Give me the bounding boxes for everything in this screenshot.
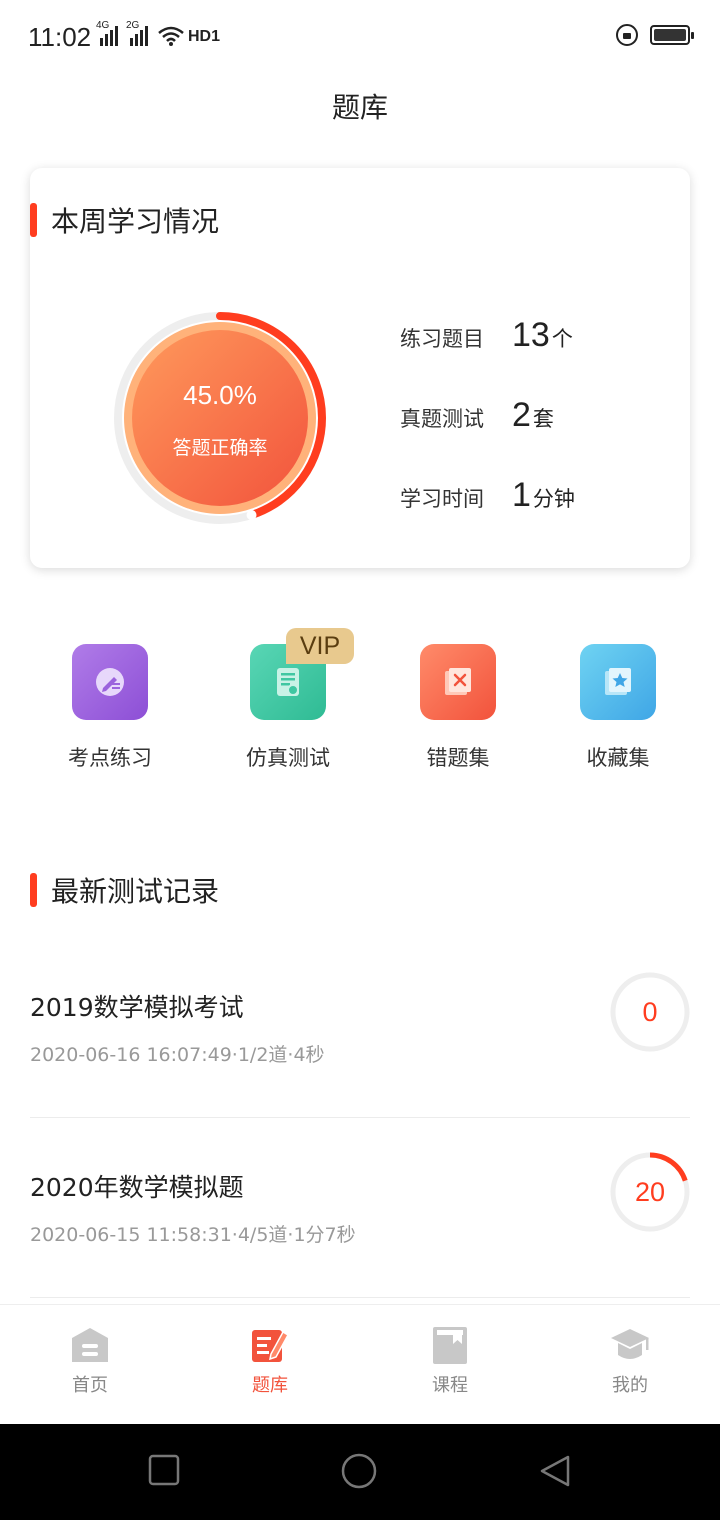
course-book-icon	[428, 1323, 472, 1367]
wrong-mark-icon	[420, 644, 496, 720]
records-section-title: 最新测试记录	[51, 875, 220, 908]
star-bookmark-icon	[580, 644, 656, 720]
accuracy-label: 答题正确率	[172, 437, 268, 459]
hd-indicator: HD1	[188, 28, 221, 45]
page-title: 题库	[331, 91, 388, 124]
accuracy-value: 45.0%	[183, 380, 257, 410]
system-nav-bar	[0, 1424, 720, 1520]
test-record-item[interactable]: 2019数学模拟考试 2020-06-16 16:07:49·1/2道·4秒 0	[30, 972, 690, 1168]
record-score: 20	[634, 1176, 666, 1207]
record-divider	[30, 1117, 690, 1118]
stat-real-tests: 真题测试 2 套	[400, 396, 554, 434]
section-accent-bar	[30, 873, 37, 907]
record-score-ring: 0	[610, 972, 690, 1052]
section-accent-bar	[30, 203, 37, 237]
pencil-icon	[72, 644, 148, 720]
weekly-section-title: 本周学习情况	[51, 205, 220, 238]
record-meta: 2020-06-15 11:58:31·4/5道·1分7秒	[30, 1224, 356, 1246]
back-triangle-icon[interactable]	[538, 1454, 572, 1488]
record-divider	[30, 1297, 690, 1298]
graduation-cap-icon	[608, 1323, 652, 1367]
action-point-practice[interactable]: 考点练习	[30, 644, 190, 772]
weekly-section-header: 本周学习情况	[30, 200, 219, 240]
record-score-ring: 20	[610, 1152, 690, 1232]
tab-mine[interactable]: 我的	[540, 1323, 720, 1397]
signal-4g-icon: 4G	[96, 20, 118, 46]
action-wrong-questions[interactable]: 错题集	[378, 644, 538, 772]
status-bar: 11:02 4G 2G HD1	[0, 0, 720, 72]
tab-courses[interactable]: 课程	[360, 1323, 540, 1397]
weekly-study-card: 本周学习情况 45.0% 答题正确率 练习题目 13 个 真题测试 2 套 学习…	[30, 168, 690, 568]
accuracy-ring: 45.0% 答题正确率	[112, 310, 328, 526]
record-score: 0	[642, 996, 658, 1027]
vip-badge: VIP	[286, 628, 354, 664]
action-favorites[interactable]: 收藏集	[538, 644, 698, 772]
record-title: 2019数学模拟考试	[30, 993, 244, 1022]
bottom-tab-bar: 首页 题库 课程 我的	[0, 1304, 720, 1424]
stat-practice-questions: 练习题目 13 个	[400, 316, 573, 354]
tab-question-bank[interactable]: 题库	[180, 1323, 360, 1397]
recents-square-icon[interactable]	[148, 1454, 180, 1486]
home-icon	[68, 1323, 112, 1367]
record-meta: 2020-06-16 16:07:49·1/2道·4秒	[30, 1044, 325, 1066]
record-title: 2020年数学模拟题	[30, 1173, 244, 1202]
wifi-icon	[158, 26, 184, 46]
question-bank-icon	[248, 1323, 292, 1367]
weekly-stats: 练习题目 13 个 真题测试 2 套 学习时间 1 分钟	[400, 316, 575, 556]
rotation-lock-icon	[616, 24, 638, 46]
status-time: 11:02	[28, 22, 92, 52]
signal-2g-icon: 2G	[126, 20, 148, 46]
stat-study-time: 学习时间 1 分钟	[400, 476, 575, 514]
home-circle-icon[interactable]	[340, 1452, 378, 1490]
tab-home[interactable]: 首页	[0, 1323, 180, 1397]
quick-actions: 考点练习 仿真测试 错题集 收藏集	[0, 644, 720, 784]
battery-icon	[650, 25, 694, 45]
records-section-header: 最新测试记录	[30, 870, 219, 910]
